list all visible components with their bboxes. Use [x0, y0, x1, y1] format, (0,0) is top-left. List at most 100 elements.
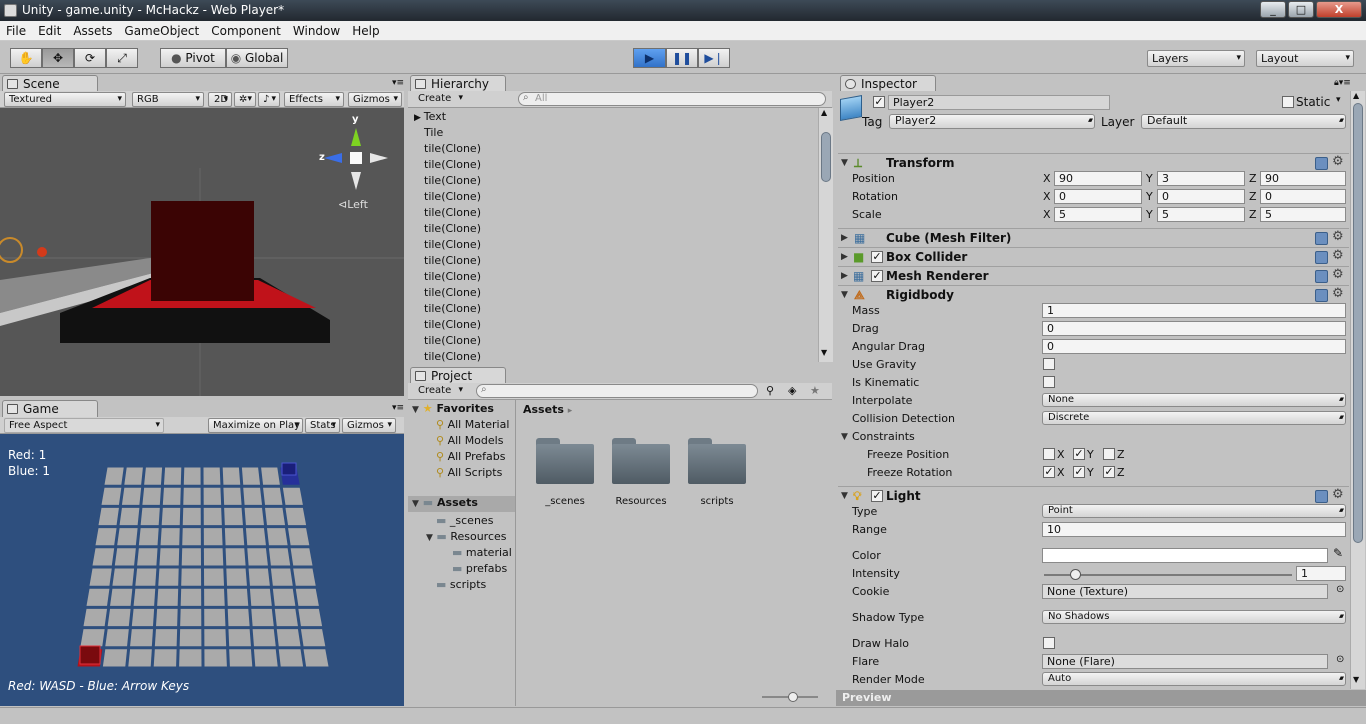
scroll-up-icon[interactable]: ▲ — [821, 108, 827, 117]
assets-node[interactable]: ▼ ▬ Assets — [408, 496, 515, 512]
hierarchy-item[interactable]: tile(Clone) — [424, 302, 481, 315]
intensity-slider-knob[interactable] — [1070, 569, 1081, 580]
hierarchy-item[interactable]: tile(Clone) — [424, 174, 481, 187]
intensity-field[interactable]: 1 — [1296, 566, 1346, 581]
rotate-tool-button[interactable]: ⟳ — [74, 48, 106, 68]
position-x-field[interactable]: 90 — [1054, 171, 1142, 186]
box-collider-component-header[interactable]: ▶ ■ ✓ Box Collider ⚙ — [838, 247, 1349, 266]
favorite-all-materials[interactable]: ⚲ All Material — [436, 418, 509, 431]
favorites-node[interactable]: ▼ ★ Favorites — [412, 402, 494, 415]
project-breadcrumb[interactable]: Assets ▸ — [523, 403, 572, 416]
hierarchy-item[interactable]: tile(Clone) — [424, 286, 481, 299]
gear-icon[interactable]: ⚙ — [1332, 247, 1344, 265]
asset-folder-resources[interactable] — [612, 438, 670, 484]
hierarchy-item[interactable]: tile(Clone) — [424, 158, 481, 171]
inspector-scroll-up-icon[interactable]: ▲ — [1353, 91, 1359, 100]
hierarchy-item[interactable]: Tile — [424, 126, 443, 139]
asset-folder-scenes[interactable] — [536, 438, 594, 484]
tab-game[interactable]: Game — [2, 400, 98, 417]
preview-bar[interactable]: Preview — [836, 690, 1366, 706]
scale-x-field[interactable]: 5 — [1054, 207, 1142, 222]
rotation-z-field[interactable]: 0 — [1260, 189, 1346, 204]
project-create-dropdown[interactable]: Create — [414, 384, 466, 399]
hierarchy-scrollbar[interactable]: ▲ ▼ — [818, 108, 833, 362]
scene-panel-menu-icon[interactable]: ▾≡ — [392, 78, 404, 88]
menu-file[interactable]: File — [0, 21, 32, 41]
layer-dropdown[interactable]: Default — [1141, 114, 1346, 129]
hierarchy-item[interactable]: tile(Clone) — [424, 206, 481, 219]
scale-tool-button[interactable]: ⤢ — [106, 48, 138, 68]
project-search-input[interactable]: ⌕ — [476, 384, 758, 398]
tree-folder-scenes[interactable]: ▬ _scenes — [436, 514, 493, 527]
maximize-button[interactable]: □ — [1288, 1, 1314, 18]
flare-field[interactable]: None (Flare) — [1042, 654, 1328, 669]
layers-dropdown[interactable]: Layers — [1147, 50, 1245, 67]
menu-edit[interactable]: Edit — [32, 21, 67, 41]
transform-component-header[interactable]: ▼ ⟂ Transform ⚙ — [838, 153, 1349, 172]
inspector-lock-icon[interactable]: 🔒︎▾≡ — [1334, 78, 1351, 88]
favorite-all-prefabs[interactable]: ⚲ All Prefabs — [436, 450, 506, 463]
gear-icon[interactable]: ⚙ — [1332, 266, 1344, 284]
menu-gameobject[interactable]: GameObject — [118, 21, 205, 41]
help-book-icon[interactable] — [1315, 270, 1328, 283]
gizmos-dropdown[interactable]: Gizmos — [348, 92, 402, 107]
gear-icon[interactable]: ⚙ — [1332, 153, 1344, 171]
hierarchy-item[interactable]: tile(Clone) — [424, 222, 481, 235]
hierarchy-item[interactable]: tile(Clone) — [424, 238, 481, 251]
help-book-icon[interactable] — [1315, 490, 1328, 503]
favorite-star-icon[interactable]: ★ — [810, 384, 820, 397]
hierarchy-scroll-thumb[interactable] — [821, 132, 831, 182]
inspector-scrollbar[interactable]: ▲ ▼ — [1350, 91, 1365, 689]
play-button[interactable]: ▶ — [633, 48, 666, 68]
position-z-field[interactable]: 90 — [1260, 171, 1346, 186]
object-picker-icon[interactable]: ⊙ — [1336, 584, 1344, 595]
draw-halo-checkbox[interactable] — [1043, 637, 1055, 649]
pause-button[interactable]: ❚❚ — [666, 48, 698, 68]
mesh-renderer-component-header[interactable]: ▶ ▦ ✓ Mesh Renderer ⚙ — [838, 266, 1349, 285]
freeze-position-x-checkbox[interactable] — [1043, 448, 1055, 460]
hierarchy-item[interactable]: tile(Clone) — [424, 270, 481, 283]
menu-help[interactable]: Help — [346, 21, 385, 41]
move-tool-button[interactable]: ✥ — [42, 48, 74, 68]
angular-drag-field[interactable]: 0 — [1042, 339, 1346, 354]
shadow-type-dropdown[interactable]: No Shadows — [1042, 610, 1346, 624]
render-mode-dropdown[interactable]: RGB — [132, 92, 204, 107]
cookie-field[interactable]: None (Texture) — [1042, 584, 1328, 599]
hand-tool-button[interactable]: ✋ — [10, 48, 42, 68]
freeze-rotation-z-checkbox[interactable]: ✓ — [1103, 466, 1115, 478]
pivot-toggle[interactable]: ● Pivot — [160, 48, 226, 68]
hierarchy-item[interactable]: ▶ Text — [414, 110, 446, 123]
freeze-rotation-x-checkbox[interactable]: ✓ — [1043, 466, 1055, 478]
asset-folder-scripts[interactable] — [688, 438, 746, 484]
gear-icon[interactable]: ⚙ — [1332, 486, 1344, 504]
mesh-filter-component-header[interactable]: ▶ ▦ Cube (Mesh Filter) ⚙ — [838, 228, 1349, 247]
filter-label-icon[interactable]: ◈ — [788, 384, 796, 397]
game-gizmos-dropdown[interactable]: Gizmos — [342, 418, 396, 433]
audio-toggle[interactable]: ♪ — [258, 92, 280, 107]
hierarchy-item[interactable]: tile(Clone) — [424, 318, 481, 331]
favorite-all-models[interactable]: ⚲ All Models — [436, 434, 503, 447]
icon-size-slider-knob[interactable] — [788, 692, 798, 702]
static-dropdown-icon[interactable]: ▾ — [1336, 95, 1341, 105]
hierarchy-item[interactable]: tile(Clone) — [424, 350, 481, 362]
scene-viewport[interactable]: y z ⊲Left — [0, 108, 404, 396]
is-kinematic-checkbox[interactable] — [1043, 376, 1055, 388]
step-button[interactable]: ▶❘ — [698, 48, 730, 68]
eyedropper-icon[interactable]: ✎ — [1333, 546, 1343, 560]
interpolate-dropdown[interactable]: None — [1042, 393, 1346, 407]
tree-folder-scripts[interactable]: ▬ scripts — [436, 578, 486, 591]
menu-component[interactable]: Component — [205, 21, 287, 41]
tree-folder-material[interactable]: ▬ material — [452, 546, 512, 559]
light-enabled-checkbox[interactable]: ✓ — [871, 490, 883, 502]
help-book-icon[interactable] — [1315, 289, 1328, 302]
freeze-rotation-y-checkbox[interactable]: ✓ — [1073, 466, 1085, 478]
drag-field[interactable]: 0 — [1042, 321, 1346, 336]
rigidbody-component-header[interactable]: ▼ ⟁ Rigidbody ⚙ — [838, 285, 1349, 304]
lighting-toggle[interactable]: ✲ — [234, 92, 256, 107]
use-gravity-checkbox[interactable] — [1043, 358, 1055, 370]
tab-scene[interactable]: Scene — [2, 75, 98, 92]
help-book-icon[interactable] — [1315, 232, 1328, 245]
collision-detection-dropdown[interactable]: Discrete — [1042, 411, 1346, 425]
inspector-scroll-thumb[interactable] — [1353, 103, 1363, 543]
light-component-header[interactable]: ▼ 💡︎ ✓ Light ⚙ — [838, 486, 1349, 505]
